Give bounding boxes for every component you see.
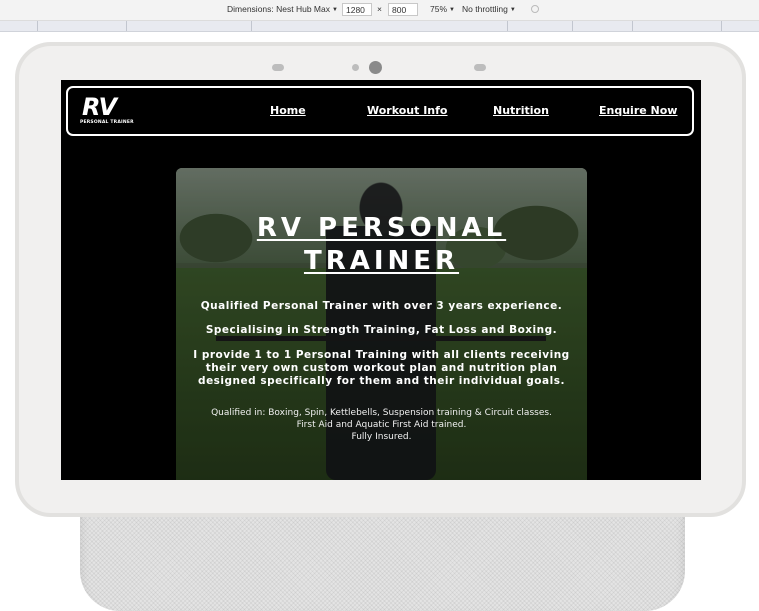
ambient-sensor	[272, 64, 284, 71]
dimensions-dropdown[interactable]: Dimensions: Nest Hub Max ▼	[227, 4, 338, 14]
ruler-tick	[632, 21, 633, 31]
device-screen: RV PERSONAL TRAINER Home Workout Info Nu…	[61, 80, 701, 480]
insured-text: Fully Insured.	[351, 432, 412, 442]
throttling-dropdown[interactable]: No throttling ▼	[462, 4, 516, 14]
rotate-icon[interactable]	[531, 5, 539, 13]
ruler-tick	[721, 21, 722, 31]
nav-nutrition-link[interactable]: Nutrition	[493, 104, 549, 117]
hero-description-line2: their very own custom workout plan and n…	[205, 362, 558, 374]
nav-enquire-now-link[interactable]: Enquire Now	[599, 104, 677, 117]
hero-specialising-text: Specialising in Strength Training, Fat L…	[205, 324, 558, 336]
throttling-label: No throttling	[462, 4, 508, 14]
ruler-tick	[572, 21, 573, 31]
dimensions-label: Dimensions: Nest Hub Max	[227, 4, 330, 14]
media-query-ruler	[0, 21, 759, 32]
ruler-tick	[251, 21, 252, 31]
hero-title-line1: RV PERSONAL	[256, 213, 507, 243]
caret-down-icon: ▼	[449, 7, 455, 13]
hero-title-line2: TRAINER	[303, 246, 460, 276]
ruler-tick	[126, 21, 127, 31]
logo-tagline: PERSONAL TRAINER	[80, 120, 134, 125]
site-navbar: RV PERSONAL TRAINER Home Workout Info Nu…	[66, 86, 694, 136]
caret-down-icon: ▼	[509, 7, 516, 13]
width-input[interactable]: 1280	[342, 3, 372, 16]
qualifications-text: Qualified in: Boxing, Spin, Kettlebells,…	[211, 408, 552, 418]
hero-description-line3: designed specifically for them and their…	[198, 375, 565, 387]
hero-experience-text: Qualified Personal Trainer with over 3 y…	[200, 300, 563, 312]
light-sensor	[352, 64, 359, 71]
first-aid-text: First Aid and Aquatic First Aid trained.	[296, 420, 467, 430]
nav-workout-info-link[interactable]: Workout Info	[367, 104, 448, 117]
zoom-dropdown[interactable]: 75% ▼	[430, 4, 455, 14]
site-logo[interactable]: RV PERSONAL TRAINER	[80, 93, 134, 130]
ruler-tick	[37, 21, 38, 31]
ruler-tick	[507, 21, 508, 31]
caret-down-icon: ▼	[331, 7, 338, 13]
times-sign: ×	[377, 4, 382, 14]
hero-section: RV PERSONAL TRAINER Qualified Personal T…	[176, 168, 587, 480]
devtools-toolbar: Dimensions: Nest Hub Max ▼ 1280 × 800 75%…	[0, 0, 759, 21]
ambient-sensor	[474, 64, 486, 71]
logo-text: RV	[82, 93, 117, 121]
nav-home-link[interactable]: Home	[270, 104, 306, 117]
zoom-label: 75%	[430, 4, 448, 14]
camera-icon	[369, 61, 382, 74]
height-input[interactable]: 800	[388, 3, 418, 16]
hero-description-line1: I provide 1 to 1 Personal Training with …	[193, 349, 570, 361]
